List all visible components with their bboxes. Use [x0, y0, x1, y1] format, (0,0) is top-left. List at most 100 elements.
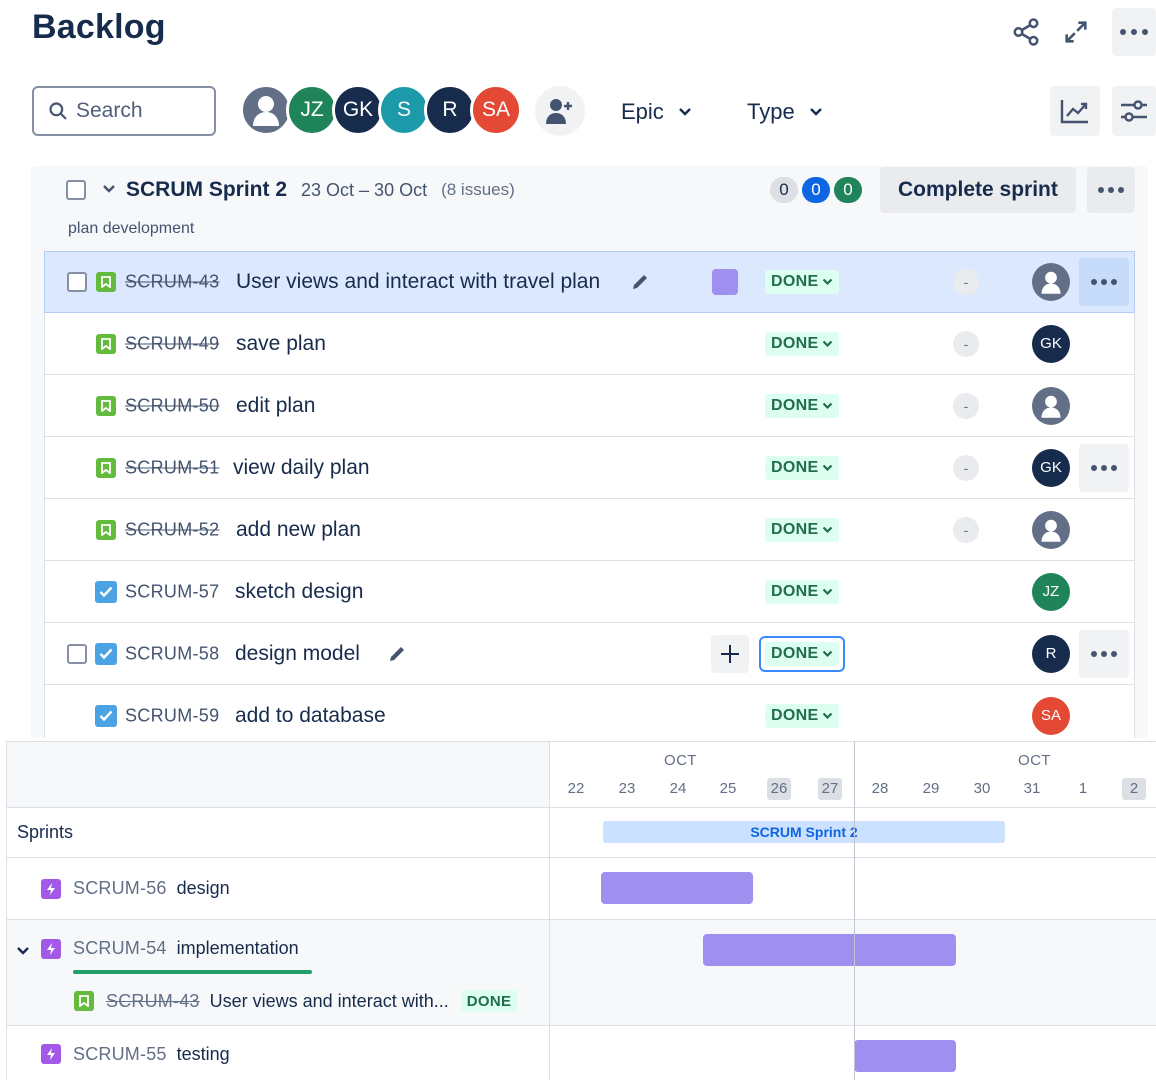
issue-summary[interactable]: edit plan	[236, 394, 315, 418]
timeline-issue-summary[interactable]: User views and interact with...	[210, 991, 449, 1012]
assignee-avatar[interactable]: SA	[1032, 696, 1070, 735]
assignee-avatar[interactable]: R	[1032, 634, 1070, 673]
issue-more-button[interactable]	[1079, 443, 1129, 492]
type-filter-dropdown[interactable]: Type	[747, 99, 823, 125]
issue-key[interactable]: SCRUM-57	[125, 581, 219, 602]
issue-row-scrum-57[interactable]: SCRUM-57 sketch design DONE JZ	[44, 561, 1135, 623]
status-dropdown[interactable]: DONE	[765, 579, 840, 604]
status-dropdown[interactable]: DONE	[765, 641, 840, 666]
timeline-bar[interactable]	[601, 872, 753, 904]
issue-row-scrum-43[interactable]: SCRUM-43 User views and interact with tr…	[44, 251, 1135, 313]
sprint-select-checkbox[interactable]	[66, 180, 86, 200]
sprints-label-cell: Sprints	[7, 808, 550, 857]
timeline-row-label: SCRUM-55 testing	[7, 1026, 550, 1080]
timeline-bar[interactable]	[854, 1040, 956, 1072]
issue-key[interactable]: SCRUM-49	[125, 333, 219, 354]
type-filter-label: Type	[747, 99, 795, 124]
issue-key[interactable]: SCRUM-51	[125, 457, 219, 478]
issue-key[interactable]: SCRUM-58	[125, 643, 219, 664]
story-points[interactable]: -	[953, 454, 979, 481]
issue-row-scrum-59[interactable]: SCRUM-59 add to database DONE SA	[44, 685, 1135, 738]
timeline-child-row[interactable]: SCRUM-43 User views and interact with...…	[74, 990, 518, 1012]
issue-key[interactable]: SCRUM-59	[125, 705, 219, 726]
timeline-row-scrum-54[interactable]: SCRUM-54 implementation SCRUM-43 User vi…	[7, 920, 1156, 1026]
status-dropdown[interactable]: DONE	[765, 455, 840, 480]
story-points[interactable]: -	[953, 392, 979, 419]
issue-more-button[interactable]	[1079, 258, 1129, 306]
timeline-issue-summary[interactable]: implementation	[177, 938, 299, 959]
story-points[interactable]: -	[953, 516, 979, 543]
issue-summary[interactable]: add new plan	[236, 518, 361, 542]
complete-sprint-button[interactable]: Complete sprint	[880, 167, 1076, 213]
issue-row-scrum-52[interactable]: SCRUM-52 add new plan DONE -	[44, 499, 1135, 561]
share-icon	[1013, 18, 1039, 46]
avatar-s[interactable]: S	[378, 84, 430, 136]
sprint-bar[interactable]: SCRUM Sprint 2	[603, 821, 1005, 843]
pencil-icon[interactable]	[387, 644, 407, 664]
issue-row-scrum-49[interactable]: SCRUM-49 save plan DONE - GK	[44, 313, 1135, 375]
assignee-avatar[interactable]	[1032, 263, 1070, 301]
timeline-bar[interactable]	[703, 934, 956, 966]
timeline-issue-key[interactable]: SCRUM-56	[73, 878, 167, 899]
status-dropdown[interactable]: DONE	[765, 270, 840, 294]
chevron-down-icon[interactable]	[16, 946, 30, 956]
timeline-row-scrum-56[interactable]: SCRUM-56 design	[7, 858, 1156, 920]
status-dropdown[interactable]: DONE	[765, 393, 840, 418]
avatar-unassigned[interactable]	[240, 84, 292, 136]
timeline-issue-summary[interactable]: design	[177, 878, 230, 899]
search-field[interactable]	[32, 86, 216, 136]
status-dropdown[interactable]: DONE	[765, 331, 840, 356]
story-points[interactable]: -	[953, 269, 979, 295]
avatar-sa[interactable]: SA	[470, 84, 522, 136]
timeline-row-scrum-55[interactable]: SCRUM-55 testing	[7, 1026, 1156, 1080]
status-dropdown[interactable]: DONE	[765, 703, 840, 728]
avatar-jz[interactable]: JZ	[286, 84, 338, 136]
fullscreen-button[interactable]	[1054, 10, 1098, 54]
assignee-avatar[interactable]	[1032, 510, 1070, 549]
issue-select-checkbox[interactable]	[67, 643, 87, 664]
issue-summary[interactable]: view daily plan	[233, 456, 370, 480]
epic-color-swatch[interactable]	[712, 269, 738, 295]
add-epic-button[interactable]	[711, 634, 749, 673]
add-people-button[interactable]	[535, 86, 585, 136]
avatar-gk[interactable]: GK	[332, 84, 384, 136]
pencil-icon[interactable]	[630, 272, 650, 292]
issue-summary[interactable]: save plan	[236, 332, 326, 356]
issue-key[interactable]: SCRUM-43	[125, 272, 219, 293]
issue-summary[interactable]: sketch design	[235, 580, 363, 604]
timeline-issue-key[interactable]: SCRUM-43	[106, 991, 200, 1012]
sprint-more-button[interactable]	[1087, 167, 1135, 213]
timeline-issue-key[interactable]: SCRUM-54	[73, 938, 167, 959]
timeline-sprints-row: Sprints SCRUM Sprint 2	[7, 808, 1156, 858]
share-button[interactable]	[1004, 10, 1048, 54]
timeline-issue-key[interactable]: SCRUM-55	[73, 1044, 167, 1065]
issue-key[interactable]: SCRUM-52	[125, 519, 219, 540]
issue-key[interactable]: SCRUM-50	[125, 395, 219, 416]
issue-row-scrum-51[interactable]: SCRUM-51 view daily plan DONE - GK	[44, 437, 1135, 499]
issue-more-button[interactable]	[1079, 629, 1129, 678]
more-actions-button[interactable]	[1112, 8, 1156, 56]
chevron-down-icon[interactable]	[102, 184, 116, 194]
epic-filter-dropdown[interactable]: Epic	[621, 99, 692, 125]
status-dropdown[interactable]: DONE	[765, 517, 840, 542]
issue-row-scrum-50[interactable]: SCRUM-50 edit plan DONE -	[44, 375, 1135, 437]
view-settings-button[interactable]	[1112, 86, 1156, 136]
task-icon	[95, 580, 117, 603]
issue-select-checkbox[interactable]	[67, 272, 87, 292]
search-input[interactable]	[76, 99, 196, 123]
assignee-avatar[interactable]: JZ	[1032, 572, 1070, 611]
assignee-avatar[interactable]: GK	[1032, 448, 1070, 487]
story-icon	[96, 519, 116, 540]
status-dropdown-focused[interactable]: DONE	[759, 635, 846, 672]
issue-summary[interactable]: design model	[235, 642, 360, 666]
timeline-issue-summary[interactable]: testing	[177, 1044, 230, 1065]
assignee-avatar[interactable]: GK	[1032, 324, 1070, 363]
assignee-avatar[interactable]	[1032, 386, 1070, 425]
avatar-r[interactable]: R	[424, 84, 476, 136]
issue-summary[interactable]: User views and interact with travel plan	[236, 270, 600, 294]
sprint-name[interactable]: SCRUM Sprint 2	[126, 178, 287, 202]
issue-summary[interactable]: add to database	[235, 704, 386, 728]
issue-row-scrum-58[interactable]: SCRUM-58 design model DONE R	[44, 623, 1135, 685]
insights-button[interactable]	[1050, 86, 1100, 136]
story-points[interactable]: -	[953, 330, 979, 357]
